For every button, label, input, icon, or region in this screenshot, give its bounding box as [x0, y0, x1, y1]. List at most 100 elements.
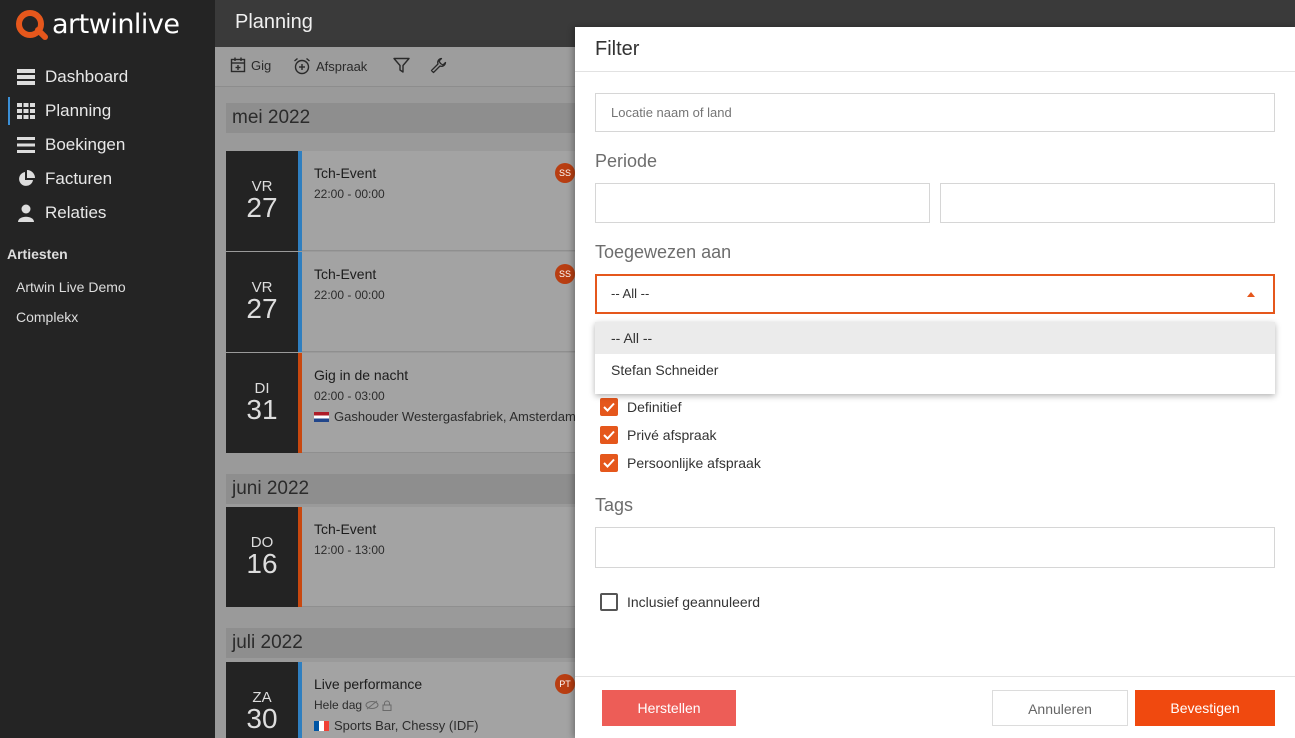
event-card[interactable]: DO 16 Tch-Event 12:00 - 13:00	[226, 507, 575, 607]
add-afspraak-button[interactable]: Afspraak	[293, 57, 367, 75]
event-time: 12:00 - 13:00	[314, 543, 385, 557]
sidebar-item-label: Relaties	[45, 203, 107, 222]
sidebar-item-boekingen[interactable]: Boekingen	[0, 128, 215, 162]
sidebar-item-dashboard[interactable]: Dashboard	[0, 60, 215, 94]
event-card[interactable]: DI 31 Gig in de nacht 02:00 - 03:00 Gash…	[226, 353, 575, 453]
event-date: VR 27	[226, 252, 298, 352]
location-search-input[interactable]	[595, 93, 1275, 132]
checkbox-persoonlijke-afspraak[interactable]: Persoonlijke afspraak	[600, 454, 761, 472]
settings-button[interactable]	[430, 57, 452, 74]
checkbox-label: Persoonlijke afspraak	[627, 455, 761, 471]
add-gig-label: Gig	[251, 57, 272, 73]
event-day: 30	[246, 703, 278, 734]
grid-icon	[16, 102, 36, 120]
checkbox-label: Definitief	[627, 399, 682, 415]
period-end-input[interactable]	[940, 183, 1275, 223]
dropdown-option-stefan-schneider[interactable]: Stefan Schneider	[595, 354, 1275, 386]
alarm-clock-icon	[294, 57, 310, 75]
dropdown-option-all[interactable]: -- All --	[595, 322, 1275, 354]
event-day: 16	[246, 548, 278, 579]
event-time: 02:00 - 03:00	[314, 389, 385, 403]
artist-item[interactable]: Artwin Live Demo	[16, 279, 126, 295]
filter-panel: Filter Periode Toegewezen aan -- All -- …	[575, 27, 1295, 738]
artists-section-title: Artiesten	[7, 246, 68, 262]
checkbox-prive-afspraak[interactable]: Privé afspraak	[600, 426, 716, 444]
event-card[interactable]: ZA 30 Live performance Hele dag Sports B…	[226, 662, 575, 738]
checkbox-include-cancelled[interactable]: Inclusief geannuleerd	[600, 593, 760, 611]
event-status-stripe	[298, 353, 302, 453]
checkbox-unchecked-icon	[600, 593, 618, 611]
month-header: juni 2022	[226, 474, 575, 504]
sidebar-item-label: Dashboard	[45, 67, 129, 86]
event-status-stripe	[298, 662, 302, 738]
add-gig-button[interactable]: Gig	[230, 57, 271, 73]
add-afspraak-label: Afspraak	[316, 58, 368, 74]
assigned-select-value: -- All --	[611, 286, 650, 301]
event-title: Tch-Event	[314, 266, 377, 282]
reset-button[interactable]: Herstellen	[602, 690, 736, 726]
event-day: 31	[246, 394, 278, 425]
france-flag-icon	[314, 720, 329, 731]
event-time: 22:00 - 00:00	[314, 288, 385, 302]
event-date: DO 16	[226, 507, 298, 607]
sidebar-item-planning[interactable]: Planning	[0, 94, 215, 128]
event-location: Gashouder Westergasfabriek, Amsterdam	[314, 409, 575, 424]
filter-icon	[393, 57, 410, 73]
confirm-button[interactable]: Bevestigen	[1135, 690, 1275, 726]
period-start-input[interactable]	[595, 183, 930, 223]
toolbar: Gig Afspraak	[215, 47, 575, 87]
event-time-row: Hele dag	[314, 698, 392, 712]
sidebar-item-facturen[interactable]: Facturen	[0, 162, 215, 196]
event-date: DI 31	[226, 353, 298, 453]
eye-slash-icon	[365, 700, 379, 710]
planning-list: Gig Afspraak mei 2022 VR 27 Tch-Event 22…	[215, 47, 575, 738]
event-time: Hele dag	[314, 698, 363, 712]
event-card[interactable]: VR 27 Tch-Event 22:00 - 00:00 SS	[226, 252, 575, 352]
assigned-dropdown: -- All -- Stefan Schneider	[595, 322, 1275, 394]
assignee-badge: SS	[555, 163, 575, 183]
event-card[interactable]: VR 27 Tch-Event 22:00 - 00:00 SS	[226, 151, 575, 251]
event-title: Tch-Event	[314, 521, 377, 537]
artist-item[interactable]: Complekx	[16, 309, 78, 325]
sidebar-item-label: Planning	[45, 101, 112, 120]
wrench-icon	[430, 57, 447, 74]
sidebar-item-relaties[interactable]: Relaties	[0, 196, 215, 230]
cancel-button[interactable]: Annuleren	[992, 690, 1128, 726]
filter-button[interactable]	[393, 57, 415, 74]
logo[interactable]: artwinlive	[14, 8, 180, 40]
checkbox-checked-icon	[600, 454, 618, 472]
filter-title: Filter	[575, 27, 1295, 72]
periode-label: Periode	[595, 151, 658, 171]
event-title: Live performance	[314, 676, 423, 692]
tags-input[interactable]	[595, 527, 1275, 568]
sidebar-nav: Dashboard Planning Boekingen Facturen Re…	[0, 60, 215, 230]
event-title: Gig in de nacht	[314, 367, 409, 383]
event-status-stripe	[298, 507, 302, 607]
event-location-text: Gashouder Westergasfabriek, Amsterdam	[334, 409, 575, 424]
calendar-plus-icon	[230, 57, 246, 73]
assigned-select[interactable]: -- All --	[595, 274, 1275, 314]
event-location: Sports Bar, Chessy (IDF)	[314, 718, 478, 733]
assignee-badge: PT	[555, 674, 575, 694]
event-day: 27	[246, 293, 278, 324]
logo-text: artwinlive	[52, 8, 180, 40]
list-icon	[16, 136, 36, 154]
sidebar-item-label: Facturen	[45, 169, 113, 188]
checkbox-checked-icon	[600, 426, 618, 444]
netherlands-flag-icon	[314, 411, 329, 422]
month-header: juli 2022	[226, 628, 575, 658]
assignee-badge: SS	[555, 264, 575, 284]
checkbox-label: Privé afspraak	[627, 427, 717, 443]
event-day: 27	[246, 192, 278, 223]
user-icon	[16, 204, 36, 222]
assigned-label: Toegewezen aan	[595, 242, 732, 262]
dashboard-icon	[16, 68, 36, 86]
event-status-stripe	[298, 252, 302, 352]
logo-icon	[16, 10, 48, 40]
event-title: Tch-Event	[314, 165, 377, 181]
checkbox-label: Inclusief geannuleerd	[627, 594, 761, 610]
lock-icon	[382, 700, 392, 711]
event-time: 22:00 - 00:00	[314, 187, 385, 201]
checkbox-definitief[interactable]: Definitief	[600, 398, 681, 416]
tags-label: Tags	[595, 495, 634, 515]
